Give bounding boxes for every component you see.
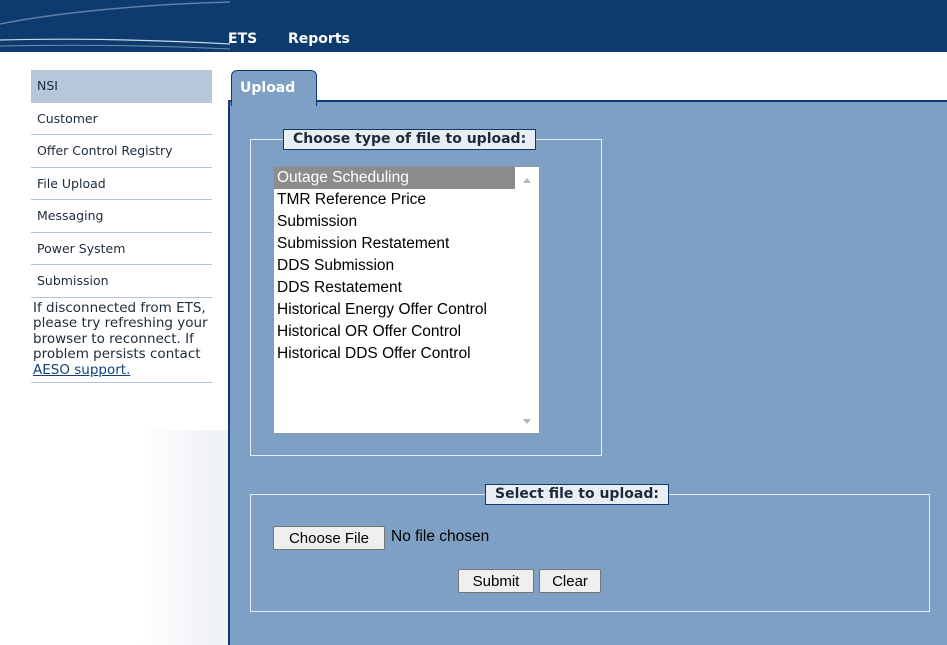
- file-type-listbox[interactable]: Outage Scheduling TMR Reference Price Subm…: [273, 166, 540, 434]
- file-type-option[interactable]: Historical Energy Offer Control: [274, 299, 515, 321]
- scroll-down-icon[interactable]: [523, 419, 531, 424]
- sidebar-item-power-system[interactable]: Power System: [31, 233, 212, 265]
- file-type-option[interactable]: DDS Restatement: [274, 277, 515, 299]
- listbox-scrollbar[interactable]: [515, 167, 539, 433]
- file-type-legend: Choose type of file to upload:: [283, 129, 537, 150]
- nav-reports[interactable]: Reports: [288, 31, 350, 47]
- file-type-option[interactable]: Historical DDS Offer Control: [274, 343, 515, 365]
- sidebar-item-submission[interactable]: Submission: [31, 265, 212, 298]
- header-swoosh-graphic: [0, 1, 230, 50]
- sidebar-item-messaging[interactable]: Messaging: [31, 200, 212, 233]
- file-type-option[interactable]: DDS Submission: [274, 255, 515, 277]
- sidebar-item-customer[interactable]: Customer: [31, 103, 212, 135]
- file-type-option[interactable]: Submission Restatement: [274, 233, 515, 255]
- file-type-option[interactable]: TMR Reference Price: [274, 189, 515, 211]
- tab-upload[interactable]: Upload: [231, 70, 317, 106]
- sidebar-item-nsi[interactable]: NSI: [31, 70, 212, 103]
- disconnect-help-text: If disconnected from ETS, please try ref…: [33, 299, 208, 362]
- scroll-up-icon[interactable]: [523, 178, 531, 183]
- nav-ets[interactable]: ETS: [228, 31, 257, 47]
- disconnect-help-note: If disconnected from ETS, please try ref…: [31, 298, 212, 383]
- file-select-legend: Select file to upload:: [485, 484, 669, 505]
- sidebar: NSI Customer Offer Control Registry File…: [31, 70, 212, 383]
- choose-file-button[interactable]: Choose File: [273, 526, 385, 550]
- top-nav-bar: ETS Reports: [0, 0, 947, 52]
- file-type-option[interactable]: Submission: [274, 211, 515, 233]
- sidebar-background: [31, 430, 230, 645]
- file-type-option[interactable]: Historical OR Offer Control: [274, 321, 515, 343]
- aeso-support-link[interactable]: AESO support.: [33, 362, 130, 378]
- clear-button[interactable]: Clear: [539, 569, 601, 593]
- file-type-options: Outage Scheduling TMR Reference Price Subm…: [274, 167, 539, 365]
- file-chosen-status: No file chosen: [391, 528, 490, 545]
- sidebar-item-offer-control-registry[interactable]: Offer Control Registry: [31, 135, 212, 168]
- file-type-option[interactable]: Outage Scheduling: [274, 167, 515, 189]
- submit-button[interactable]: Submit: [458, 569, 534, 593]
- sidebar-item-file-upload[interactable]: File Upload: [31, 168, 212, 200]
